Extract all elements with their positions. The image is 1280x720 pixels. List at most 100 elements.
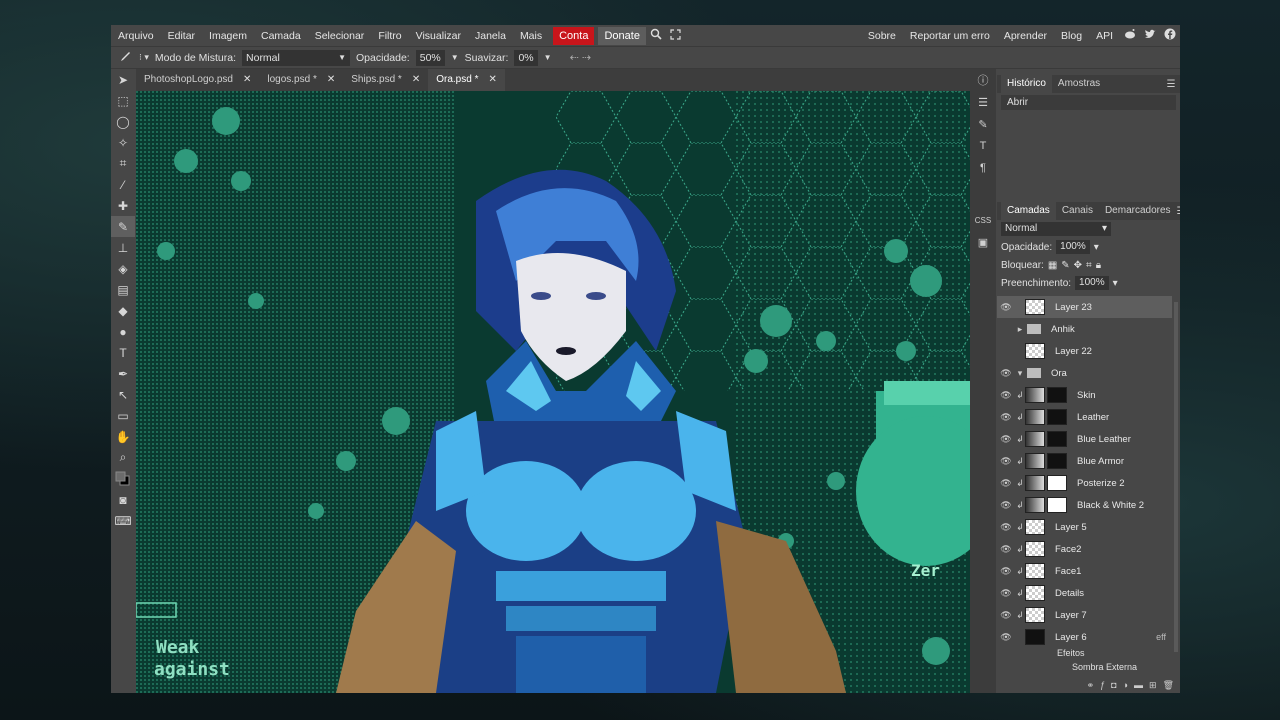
clone-stamp-icon[interactable]: ⊥	[111, 237, 135, 258]
layer-row-details[interactable]: 👁︎ ↲ Details	[997, 582, 1172, 604]
layer-row-layer-6[interactable]: 👁︎ Layer 6 eff	[997, 626, 1172, 648]
panel-menu-icon[interactable]: ☰	[1162, 79, 1180, 90]
tab-ora[interactable]: Ora.psd * ✕	[428, 69, 505, 91]
opacity-field[interactable]: 50%	[415, 49, 445, 66]
layer-row-layer-23[interactable]: 👁︎ Layer 23	[997, 296, 1172, 318]
layer-row-anhik[interactable]: ▸ Anhik	[997, 318, 1172, 340]
effect-drop-shadow[interactable]: Sombra Externa	[997, 662, 1172, 676]
link-layers-icon[interactable]: ⚭	[1087, 680, 1095, 691]
menu-janela[interactable]: Janela	[468, 25, 513, 47]
menu-editar[interactable]: Editar	[161, 25, 202, 47]
close-icon[interactable]: ✕	[327, 69, 335, 91]
visibility-eye-icon[interactable]: 👁︎	[997, 390, 1015, 401]
info-icon[interactable]: ⓘ	[970, 69, 996, 91]
collapse-arrow-icon[interactable]: ▾	[1015, 368, 1025, 379]
eraser-tool-icon[interactable]: ◈	[111, 258, 135, 279]
visibility-eye-icon[interactable]: 👁︎	[997, 632, 1015, 643]
brush-settings-icon[interactable]: ✎	[970, 113, 996, 135]
layer-row-layer-5[interactable]: 👁︎ ↲ Layer 5	[997, 516, 1172, 538]
layer-row-layer-22[interactable]: Layer 22	[997, 340, 1172, 362]
menu-report-bug[interactable]: Reportar um erro	[903, 25, 997, 47]
smooth-field[interactable]: 0%	[514, 49, 538, 66]
layer-row-layer-7[interactable]: 👁︎ ↲ Layer 7	[997, 604, 1172, 626]
css-icon[interactable]: CSS	[970, 209, 996, 231]
magic-wand-icon[interactable]: ✧	[111, 132, 135, 153]
lock-paint-icon[interactable]: ✎	[1061, 260, 1069, 271]
smooth-settings-icon[interactable]: ⇠ ⇢	[570, 51, 592, 64]
move-tool-icon[interactable]: ➤	[111, 69, 135, 90]
menu-filtro[interactable]: Filtro	[371, 25, 408, 47]
keyboard-icon[interactable]: ⌨	[111, 510, 135, 531]
visibility-eye-icon[interactable]: 👁︎	[997, 610, 1015, 621]
history-entry[interactable]: Abrir	[1001, 95, 1176, 110]
layer-effects-icon[interactable]: ƒ	[1100, 680, 1105, 690]
close-icon[interactable]: ✕	[412, 69, 420, 91]
menu-sobre[interactable]: Sobre	[861, 25, 903, 47]
dodge-tool-icon[interactable]: ●	[111, 321, 135, 342]
tab-markers[interactable]: Demarcadores	[1099, 202, 1177, 220]
menu-imagem[interactable]: Imagem	[202, 25, 254, 47]
fullscreen-icon[interactable]	[666, 25, 686, 47]
new-group-icon[interactable]: ▬	[1134, 680, 1143, 690]
tab-photoshoplogo[interactable]: PhotoshopLogo.psd ✕	[136, 69, 259, 91]
menu-arquivo[interactable]: Arquivo	[111, 25, 161, 47]
delete-layer-icon[interactable]: 🗑︎	[1163, 680, 1174, 691]
account-button[interactable]: Conta	[553, 26, 595, 45]
donate-button[interactable]: Donate	[598, 26, 646, 45]
search-icon[interactable]	[646, 25, 666, 47]
eyedropper-tool-icon[interactable]: ⁄	[111, 174, 135, 195]
paragraph-icon[interactable]: ¶	[970, 157, 996, 179]
pen-tool-icon[interactable]: ✒	[111, 363, 135, 384]
visibility-eye-icon[interactable]: 👁︎	[997, 566, 1015, 577]
crop-tool-icon[interactable]: ⌗	[111, 153, 135, 174]
adjustments-icon[interactable]: ☰	[970, 91, 996, 113]
visibility-eye-icon[interactable]: 👁︎	[997, 434, 1015, 445]
menu-visualizar[interactable]: Visualizar	[409, 25, 468, 47]
menu-api[interactable]: API	[1089, 25, 1120, 47]
menu-aprender[interactable]: Aprender	[997, 25, 1054, 47]
marquee-tool-icon[interactable]: ⬚	[111, 90, 135, 111]
hand-tool-icon[interactable]: ✋	[111, 426, 135, 447]
brush-tool-active-icon[interactable]: ✎	[111, 216, 135, 237]
tab-samples[interactable]: Amostras	[1052, 75, 1106, 93]
visibility-eye-icon[interactable]: 👁︎	[997, 302, 1015, 313]
lock-all-icon[interactable]: 🔒︎	[1096, 260, 1101, 271]
visibility-eye-icon[interactable]: 👁︎	[997, 368, 1015, 379]
fill-field[interactable]: 100%	[1075, 276, 1109, 290]
tab-ships[interactable]: Ships.psd * ✕	[343, 69, 428, 91]
visibility-eye-icon[interactable]: 👁︎	[997, 412, 1015, 423]
layer-row-skin[interactable]: 👁︎ ↲ Skin	[997, 384, 1172, 406]
layer-row-black-white-2[interactable]: 👁︎ ↲ Black & White 2	[997, 494, 1172, 516]
blend-mode-select[interactable]: Normal ▼	[242, 49, 351, 66]
brush-preset-icon[interactable]: ⁝ ▾	[139, 52, 149, 63]
lock-position-icon[interactable]: ✥	[1074, 260, 1082, 271]
lock-artboard-icon[interactable]: ⌗	[1086, 260, 1092, 271]
character-icon[interactable]: T	[970, 135, 996, 157]
document-canvas[interactable]: Weak against Zer	[136, 91, 970, 693]
type-tool-icon[interactable]: T	[111, 342, 135, 363]
layer-row-blue-leather[interactable]: 👁︎ ↲ Blue Leather	[997, 428, 1172, 450]
adjustment-layer-icon[interactable]: ◑	[1123, 680, 1128, 690]
gradient-tool-icon[interactable]: ▤	[111, 279, 135, 300]
blur-tool-icon[interactable]: ◆	[111, 300, 135, 321]
close-icon[interactable]: ✕	[488, 69, 496, 91]
layer-opacity-field[interactable]: 100%	[1056, 240, 1090, 254]
add-mask-icon[interactable]: ◘	[1111, 680, 1116, 690]
quick-mask-icon[interactable]: ◙	[111, 489, 135, 510]
layer-row-blue-armor[interactable]: 👁︎ ↲ Blue Armor	[997, 450, 1172, 472]
visibility-eye-icon[interactable]: 👁︎	[997, 588, 1015, 599]
menu-camada[interactable]: Camada	[254, 25, 308, 47]
visibility-eye-icon[interactable]: 👁︎	[997, 456, 1015, 467]
tab-history[interactable]: Histórico	[1001, 75, 1052, 93]
layer-row-posterize-2[interactable]: 👁︎ ↲ Posterize 2	[997, 472, 1172, 494]
visibility-eye-icon[interactable]: 👁︎	[997, 478, 1015, 489]
shape-tool-icon[interactable]: ▭	[111, 405, 135, 426]
tab-channels[interactable]: Canais	[1056, 202, 1099, 220]
layer-blend-select[interactable]: Normal ▾	[1001, 222, 1111, 236]
menu-selecionar[interactable]: Selecionar	[308, 25, 372, 47]
image-icon[interactable]: ▣	[970, 231, 996, 253]
tab-layers[interactable]: Camadas	[1001, 202, 1056, 220]
layer-row-ora[interactable]: 👁︎ ▾ Ora	[997, 362, 1172, 384]
lasso-tool-icon[interactable]: ◯	[111, 111, 135, 132]
healing-tool-icon[interactable]: ✚	[111, 195, 135, 216]
